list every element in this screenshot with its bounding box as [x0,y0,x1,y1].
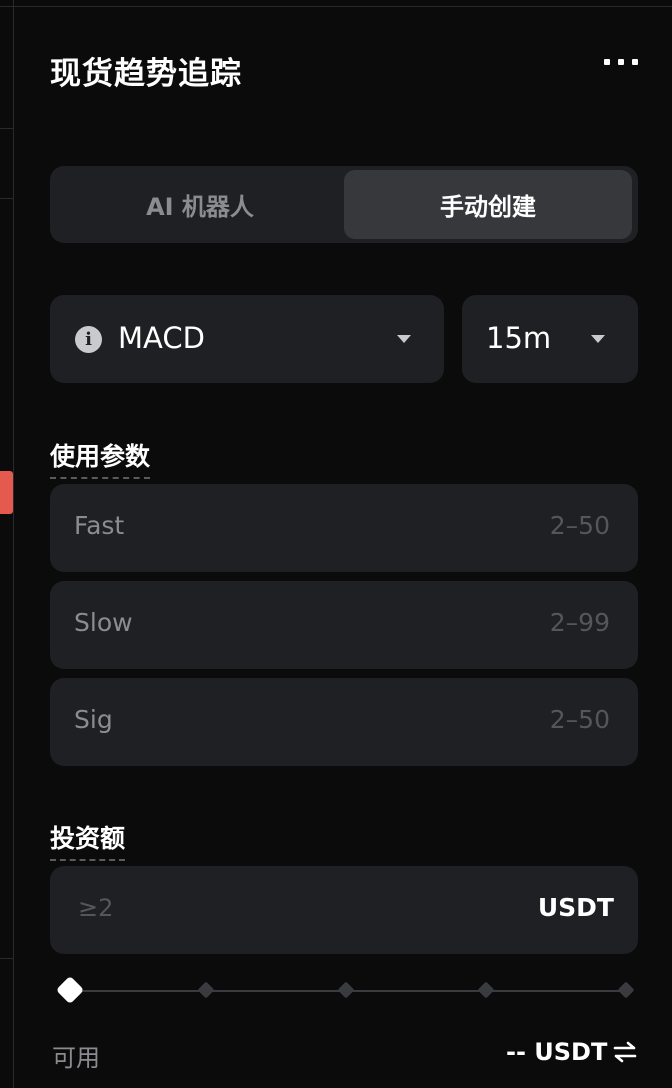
fast-input[interactable]: Fast 2–50 [50,484,638,572]
swap-icon[interactable] [612,1040,638,1064]
sig-label: Sig [74,705,113,734]
slider-stop[interactable] [337,981,355,999]
investment-slider[interactable] [55,975,635,1005]
fast-range: 2–50 [549,511,610,540]
dot [604,59,610,65]
divider [0,6,14,7]
divider [0,198,14,199]
slider-stop[interactable] [617,981,635,999]
investment-label[interactable]: 投资额 [50,819,126,861]
top-divider [14,6,672,7]
indicator-value: MACD [118,321,205,355]
available-label: 可用 [52,1044,100,1072]
side-marker[interactable] [0,471,13,514]
tab-ai-bot[interactable]: AI 机器人 [56,170,344,239]
mode-toggle: AI 机器人 手动创建 [50,166,638,243]
tab-manual-create[interactable]: 手动创建 [344,170,632,239]
slow-range: 2–99 [549,608,610,637]
investment-placeholder: ≥2 [78,894,114,922]
caret-down-icon [397,335,411,343]
investment-input[interactable]: ≥2 USDT [50,866,638,954]
slider-stop[interactable] [477,981,495,999]
interval-value: 15m [486,321,552,355]
slider-handle[interactable] [55,975,85,1005]
dot [618,59,624,65]
investment-unit: USDT [537,893,614,922]
info-icon[interactable]: i [75,326,102,353]
slow-label: Slow [74,608,133,637]
slow-input[interactable]: Slow 2–99 [50,581,638,669]
sig-input[interactable]: Sig 2–50 [50,678,638,766]
indicator-select[interactable]: i MACD [50,295,444,383]
available-value: -- USDT [506,1038,608,1066]
caret-down-icon [591,335,605,343]
more-dots-icon[interactable] [604,52,638,72]
sig-range: 2–50 [549,705,610,734]
page-title: 现货趋势追踪 [50,56,242,92]
left-panel-edge [0,0,14,1088]
dot [632,59,638,65]
params-label[interactable]: 使用参数 [50,437,151,479]
slider-stop[interactable] [197,981,215,999]
divider [0,958,14,959]
fast-label: Fast [74,511,125,540]
interval-select[interactable]: 15m [462,295,638,383]
divider [0,128,14,129]
